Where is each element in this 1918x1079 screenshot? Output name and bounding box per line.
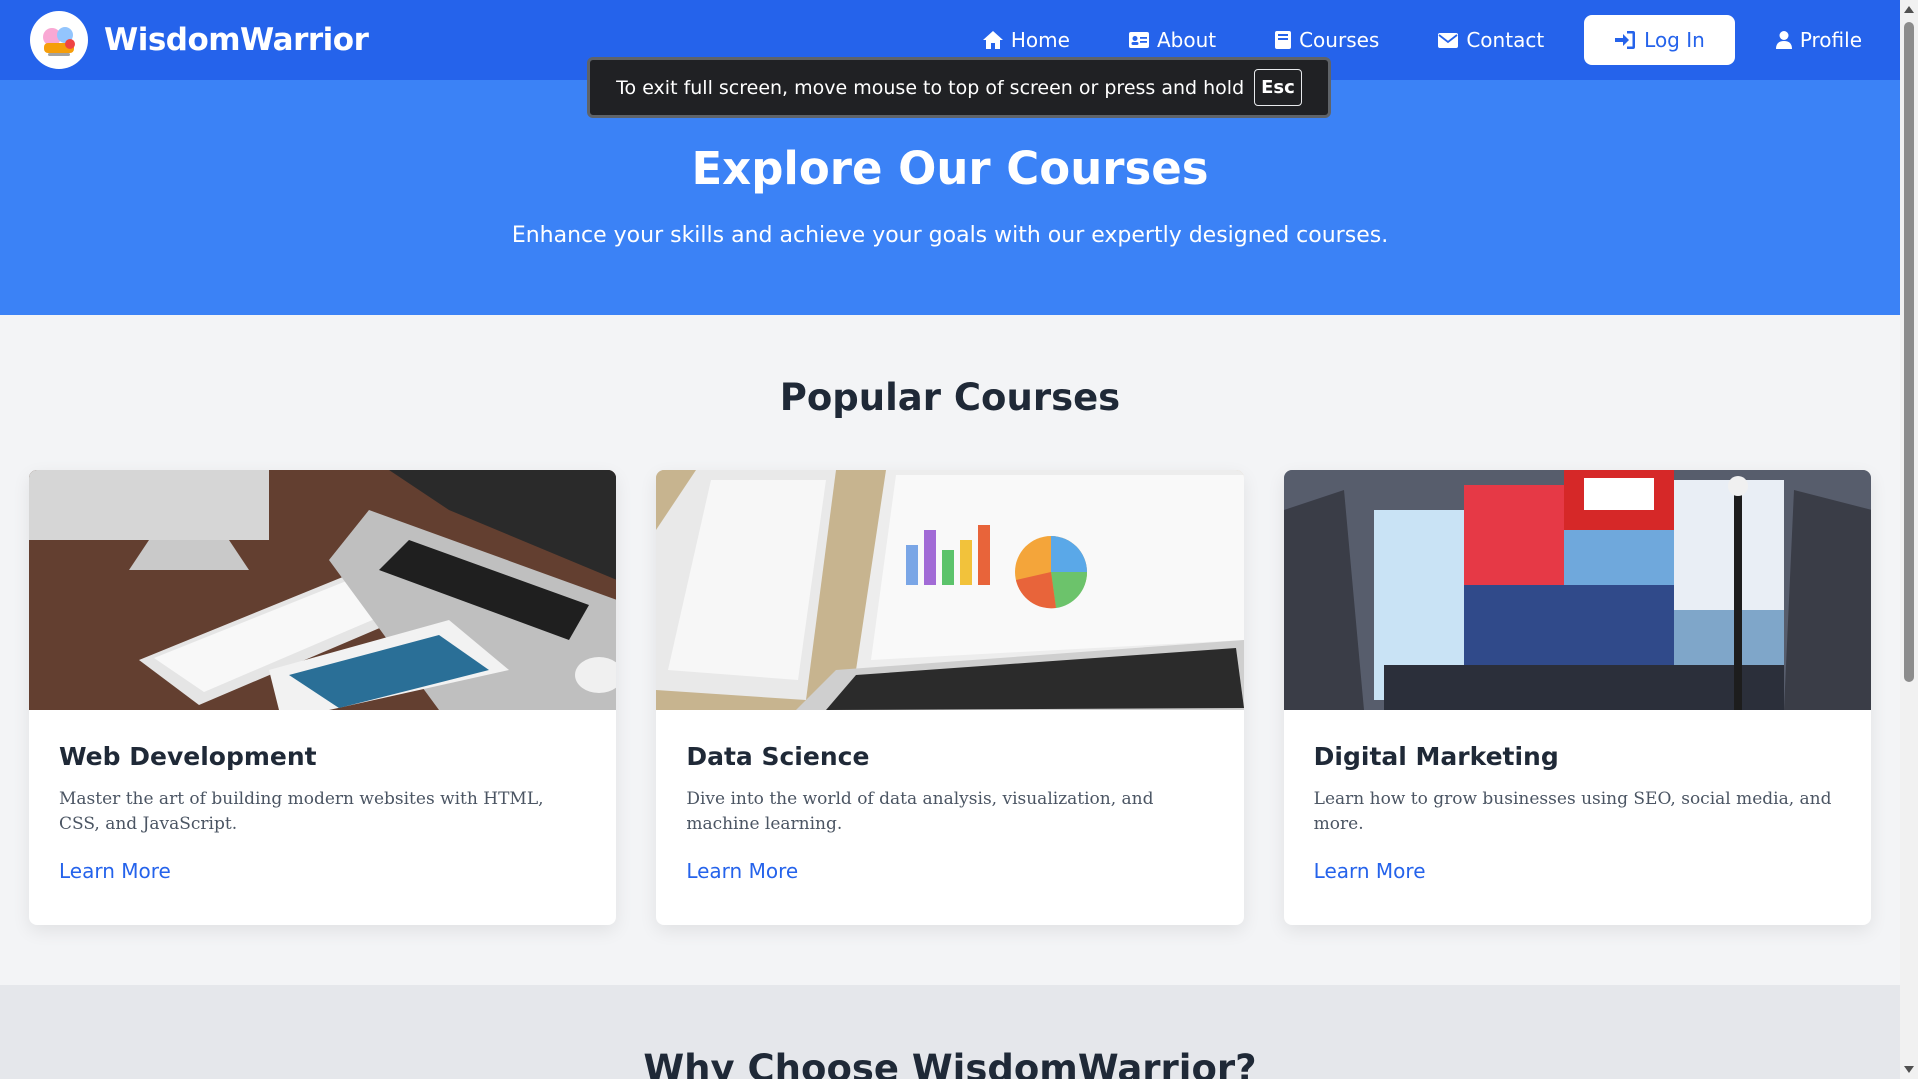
web-development-image xyxy=(29,470,617,710)
card-title: Data Science xyxy=(686,742,870,771)
nav-about[interactable]: About xyxy=(1128,28,1216,52)
learn-more-link[interactable]: Learn More xyxy=(1314,859,1426,883)
esc-key-badge: Esc xyxy=(1254,69,1302,106)
login-button-label: Log In xyxy=(1644,28,1705,52)
brand[interactable]: WisdomWarrior xyxy=(30,11,369,69)
learn-more-link[interactable]: Learn More xyxy=(686,859,798,883)
nav-about-label: About xyxy=(1156,28,1217,52)
sign-in-icon xyxy=(1615,31,1636,49)
login-button[interactable]: Log In xyxy=(1584,15,1735,65)
data-science-image xyxy=(656,470,1244,710)
nav-courses-label: Courses xyxy=(1299,28,1380,52)
nav-contact[interactable]: Contact xyxy=(1437,28,1544,52)
id-card-icon xyxy=(1128,32,1149,48)
nav-home[interactable]: Home xyxy=(982,28,1070,52)
user-icon xyxy=(1775,31,1792,49)
course-cards: Web Development Master the art of buildi… xyxy=(29,470,1871,925)
brand-name: WisdomWarrior xyxy=(104,22,369,58)
card-description: Learn how to grow businesses using SEO, … xyxy=(1313,789,1832,834)
card-body: Data Science Dive into the world of data… xyxy=(656,710,1243,883)
envelope-icon xyxy=(1438,32,1459,48)
card-title: Web Development xyxy=(59,742,317,771)
card-description: Dive into the world of data analysis, vi… xyxy=(686,789,1154,834)
home-icon xyxy=(982,31,1003,49)
fullscreen-toast-message: To exit full screen, move mouse to top o… xyxy=(616,76,1245,99)
scroll-up-arrow-icon[interactable] xyxy=(1904,6,1914,13)
why-choose-title: Why Choose WisdomWarrior? xyxy=(643,1047,1257,1079)
nav-profile[interactable]: Profile xyxy=(1775,28,1862,52)
course-card-data-science: Data Science Dive into the world of data… xyxy=(656,470,1244,925)
digital-marketing-image xyxy=(1283,470,1871,710)
hero-subtitle: Enhance your skills and achieve your goa… xyxy=(511,223,1389,248)
hero-title: Explore Our Courses xyxy=(691,142,1209,195)
popular-courses-title: Popular Courses xyxy=(779,376,1121,419)
why-choose-section: Why Choose WisdomWarrior? xyxy=(0,985,1900,1079)
book-icon xyxy=(1275,31,1292,49)
card-description: Master the art of building modern websit… xyxy=(59,789,544,834)
card-body: Web Development Master the art of buildi… xyxy=(29,710,616,883)
course-card-web-development: Web Development Master the art of buildi… xyxy=(29,470,617,925)
fullscreen-exit-toast: To exit full screen, move mouse to top o… xyxy=(587,57,1331,118)
nav-courses[interactable]: Courses xyxy=(1274,28,1379,52)
card-title: Digital Marketing xyxy=(1313,742,1559,771)
learn-more-link[interactable]: Learn More xyxy=(59,859,171,883)
scrollbar-thumb[interactable] xyxy=(1904,22,1914,682)
logo xyxy=(30,11,88,69)
nav-contact-label: Contact xyxy=(1466,28,1545,52)
nav-profile-label: Profile xyxy=(1799,28,1862,52)
card-body: Digital Marketing Learn how to grow busi… xyxy=(1284,710,1871,883)
course-card-digital-marketing: Digital Marketing Learn how to grow busi… xyxy=(1283,470,1871,925)
scroll-down-arrow-icon[interactable] xyxy=(1904,1066,1914,1073)
nav-home-label: Home xyxy=(1010,28,1070,52)
page-scrollbar[interactable] xyxy=(1900,0,1918,1079)
logo-illustration-icon xyxy=(33,14,85,66)
